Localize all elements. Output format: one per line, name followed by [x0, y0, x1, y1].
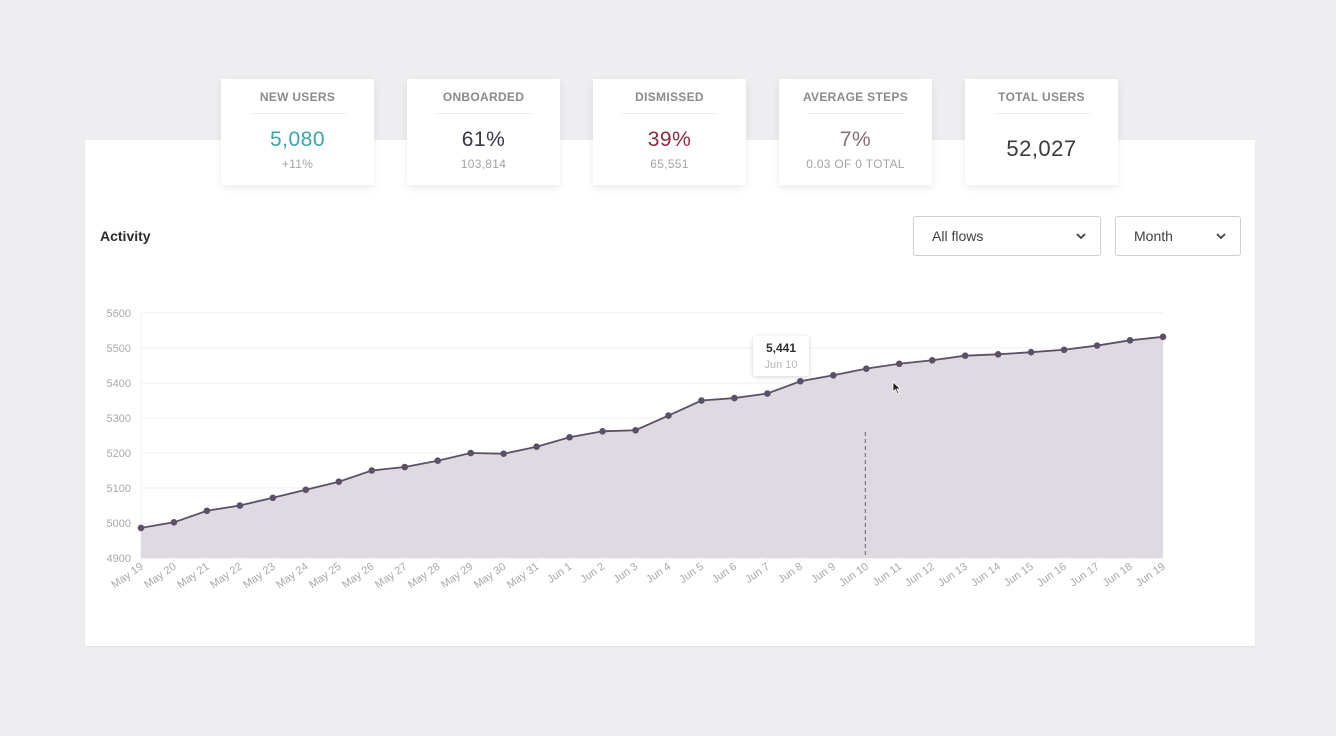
data-point [830, 372, 837, 379]
x-tick-label: May 31 [505, 561, 541, 592]
tooltip-date: Jun 10 [764, 359, 798, 371]
data-point [500, 450, 507, 458]
data-point [994, 351, 1002, 358]
mouse-cursor-icon [892, 381, 902, 395]
data-point [895, 360, 903, 368]
x-tick-label: May 26 [340, 561, 376, 592]
x-tick-label: Jun 4 [644, 561, 673, 586]
data-point [236, 502, 244, 509]
data-point [731, 394, 738, 402]
x-tick-label: Jun 16 [1035, 561, 1069, 590]
x-tick-label: Jun 11 [871, 561, 904, 589]
x-tick-label: Jun 10 [837, 561, 871, 590]
x-tick-label: Jun 2 [578, 561, 607, 586]
data-point [137, 524, 145, 532]
y-tick-label: 5400 [107, 378, 131, 390]
x-tick-label: May 25 [307, 561, 343, 592]
data-point [632, 426, 639, 434]
data-point [698, 397, 705, 404]
data-point [1159, 333, 1167, 341]
x-tick-label: Jun 12 [903, 561, 937, 590]
x-tick-label: Jun 5 [677, 561, 706, 586]
x-tick-label: Jun 7 [743, 561, 772, 586]
data-point [764, 390, 771, 397]
data-point [203, 507, 211, 515]
data-point [797, 377, 804, 385]
data-point [566, 433, 573, 441]
x-tick-label: May 22 [208, 561, 244, 592]
x-tick-label: Jun 3 [611, 561, 640, 586]
data-point [961, 352, 969, 360]
data-point [1093, 342, 1101, 349]
x-tick-label: May 28 [406, 561, 442, 592]
y-tick-label: 5100 [107, 483, 131, 495]
data-point [1126, 337, 1134, 344]
x-tick-label: May 30 [472, 561, 508, 592]
y-tick-label: 5500 [107, 343, 131, 355]
x-tick-label: May 27 [373, 561, 409, 592]
x-tick-label: Jun 19 [1134, 561, 1168, 590]
data-point [928, 356, 936, 364]
x-tick-label: Jun 15 [1002, 561, 1036, 590]
data-point [862, 365, 870, 372]
x-tick-label: Jun 9 [809, 561, 838, 586]
x-tick-label: May 23 [241, 561, 277, 592]
tooltip-value: 5,441 [765, 341, 797, 355]
x-tick-label: Jun 1 [545, 561, 574, 586]
x-tick-label: May 21 [175, 561, 211, 592]
data-point [1027, 348, 1035, 356]
data-point [434, 457, 442, 465]
x-tick-label: May 29 [439, 561, 475, 592]
x-tick-label: Jun 18 [1101, 561, 1135, 590]
y-tick-label: 4900 [107, 553, 131, 565]
x-tick-label: Jun 8 [776, 561, 805, 586]
activity-chart[interactable]: 49005000510052005300540055005600May 19Ma… [0, 0, 1336, 736]
chart-tooltip: 5,441 Jun 10 [753, 336, 809, 376]
x-tick-label: Jun 17 [1068, 561, 1102, 590]
x-tick-label: May 19 [109, 561, 145, 592]
x-tick-label: Jun 13 [936, 561, 970, 590]
x-tick-label: May 24 [274, 561, 310, 592]
x-tick-label: Jun 6 [710, 561, 739, 586]
y-tick-label: 5000 [107, 518, 131, 530]
x-tick-label: Jun 14 [969, 561, 1003, 590]
data-point [269, 494, 277, 502]
data-point [401, 463, 409, 471]
data-point [533, 443, 540, 451]
y-tick-label: 5300 [107, 413, 131, 425]
x-tick-label: May 20 [142, 561, 178, 592]
data-point [170, 519, 178, 526]
y-tick-label: 5600 [107, 308, 131, 320]
data-point [1060, 346, 1068, 354]
area-fill [141, 336, 1163, 558]
data-point [302, 486, 310, 494]
data-point [467, 449, 474, 457]
y-tick-label: 5200 [107, 448, 131, 460]
data-point [335, 478, 343, 486]
data-point [665, 412, 672, 419]
data-point [599, 428, 606, 435]
data-point [368, 467, 376, 474]
